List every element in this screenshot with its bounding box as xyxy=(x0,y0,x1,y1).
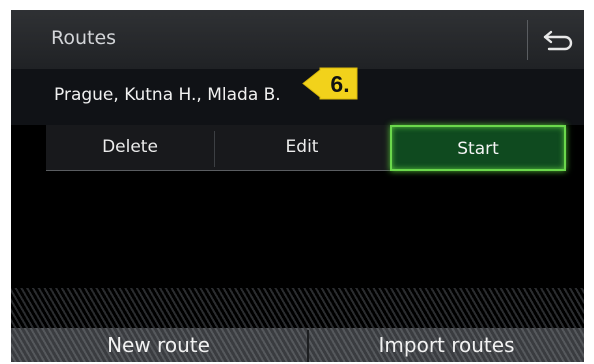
route-action-bar: Delete Edit Start xyxy=(46,125,566,171)
delete-button[interactable]: Delete xyxy=(46,125,214,171)
start-button[interactable]: Start xyxy=(390,125,566,171)
header-bar: Routes xyxy=(11,10,584,69)
hatched-background xyxy=(11,288,584,328)
route-list-item[interactable]: Prague, Kutna H., Mlada B. xyxy=(11,69,584,125)
import-routes-button[interactable]: Import routes xyxy=(309,330,584,360)
edit-button[interactable]: Edit xyxy=(215,125,389,171)
route-name: Prague, Kutna H., Mlada B. xyxy=(54,85,281,105)
back-button[interactable] xyxy=(535,20,579,60)
page-title: Routes xyxy=(51,27,117,49)
routes-screen: Routes Prague, Kutna H., Mlada B. Delete… xyxy=(11,10,584,362)
callout-label: 6. xyxy=(330,71,350,97)
new-route-button[interactable]: New route xyxy=(11,330,306,360)
header-divider xyxy=(527,20,528,60)
back-arrow-icon xyxy=(543,30,573,51)
